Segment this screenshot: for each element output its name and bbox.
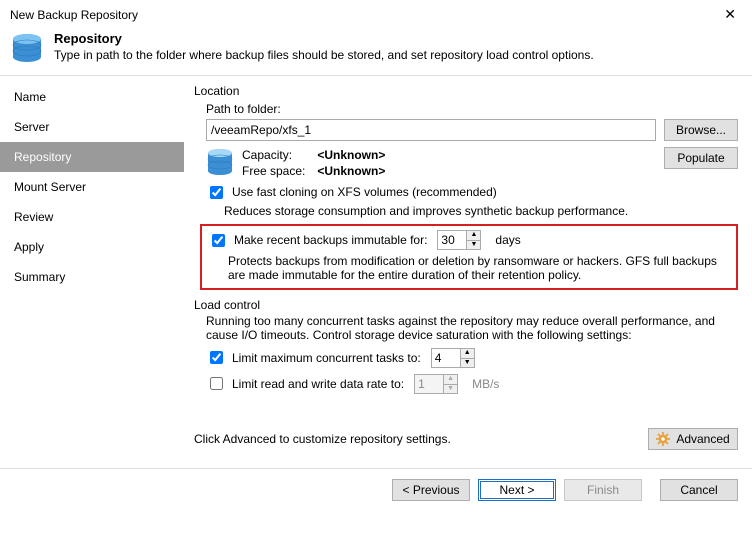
fast-clone-checkbox[interactable] bbox=[210, 186, 223, 199]
path-label: Path to folder: bbox=[206, 102, 738, 116]
immutable-unit: days bbox=[495, 233, 520, 247]
spin-up-icon[interactable]: ▲ bbox=[467, 231, 480, 241]
page-title: Repository bbox=[54, 31, 594, 46]
advanced-button[interactable]: Advanced bbox=[648, 428, 738, 450]
wizard-nav: Name Server Repository Mount Server Revi… bbox=[0, 76, 184, 468]
immutable-highlight: Make recent backups immutable for: ▲ ▼ d… bbox=[200, 224, 738, 290]
browse-button[interactable]: Browse... bbox=[664, 119, 738, 141]
limit-rate-unit: MB/s bbox=[472, 377, 499, 391]
spin-down-icon: ▼ bbox=[444, 385, 457, 394]
immutable-desc: Protects backups from modification or de… bbox=[228, 254, 730, 282]
limit-tasks-label: Limit maximum concurrent tasks to: bbox=[232, 351, 421, 365]
close-icon[interactable]: ✕ bbox=[718, 6, 742, 23]
limit-tasks-stepper[interactable]: ▲ ▼ bbox=[431, 348, 475, 368]
capacity-value: <Unknown> bbox=[317, 148, 385, 162]
nav-item-repository[interactable]: Repository bbox=[0, 142, 184, 172]
capacity-label: Capacity: bbox=[242, 147, 314, 163]
spin-up-icon: ▲ bbox=[444, 375, 457, 385]
previous-button[interactable]: < Previous bbox=[392, 479, 470, 501]
repository-icon bbox=[10, 31, 44, 65]
spin-down-icon[interactable]: ▼ bbox=[467, 241, 480, 250]
nav-item-summary[interactable]: Summary bbox=[0, 262, 184, 292]
limit-rate-label: Limit read and write data rate to: bbox=[232, 377, 404, 391]
finish-button: Finish bbox=[564, 479, 642, 501]
location-section-label: Location bbox=[194, 84, 738, 98]
fast-clone-desc: Reduces storage consumption and improves… bbox=[224, 204, 738, 218]
advanced-hint: Click Advanced to customize repository s… bbox=[194, 432, 451, 446]
immutable-days-input[interactable] bbox=[438, 231, 466, 249]
limit-rate-stepper: ▲ ▼ bbox=[414, 374, 458, 394]
populate-button[interactable]: Populate bbox=[664, 147, 738, 169]
wizard-footer: < Previous Next > Finish Cancel bbox=[0, 468, 752, 511]
immutable-checkbox[interactable] bbox=[212, 234, 225, 247]
immutable-label: Make recent backups immutable for: bbox=[234, 233, 427, 247]
storage-icon bbox=[206, 147, 234, 177]
page-description: Type in path to the folder where backup … bbox=[54, 48, 594, 62]
limit-rate-checkbox[interactable] bbox=[210, 377, 223, 390]
nav-item-mount-server[interactable]: Mount Server bbox=[0, 172, 184, 202]
immutable-days-stepper[interactable]: ▲ ▼ bbox=[437, 230, 481, 250]
limit-tasks-checkbox[interactable] bbox=[210, 351, 223, 364]
cancel-button[interactable]: Cancel bbox=[660, 479, 738, 501]
nav-item-apply[interactable]: Apply bbox=[0, 232, 184, 262]
window-title: New Backup Repository bbox=[10, 8, 138, 22]
load-desc: Running too many concurrent tasks agains… bbox=[206, 314, 738, 342]
nav-item-name[interactable]: Name bbox=[0, 82, 184, 112]
path-input[interactable] bbox=[206, 119, 656, 141]
spin-down-icon[interactable]: ▼ bbox=[461, 359, 474, 368]
freespace-value: <Unknown> bbox=[317, 164, 385, 178]
content-pane: Location Path to folder: Browse... Capac… bbox=[184, 76, 752, 468]
advanced-button-label: Advanced bbox=[676, 431, 729, 447]
limit-rate-input bbox=[415, 375, 443, 393]
limit-tasks-input[interactable] bbox=[432, 349, 460, 367]
fast-clone-label: Use fast cloning on XFS volumes (recomme… bbox=[232, 185, 497, 199]
gear-icon bbox=[656, 432, 670, 446]
wizard-header: Repository Type in path to the folder wh… bbox=[0, 27, 752, 75]
next-button[interactable]: Next > bbox=[478, 479, 556, 501]
nav-item-review[interactable]: Review bbox=[0, 202, 184, 232]
spin-up-icon[interactable]: ▲ bbox=[461, 349, 474, 359]
freespace-label: Free space: bbox=[242, 163, 314, 179]
nav-item-server[interactable]: Server bbox=[0, 112, 184, 142]
load-section-label: Load control bbox=[194, 298, 738, 312]
titlebar: New Backup Repository ✕ bbox=[0, 0, 752, 27]
